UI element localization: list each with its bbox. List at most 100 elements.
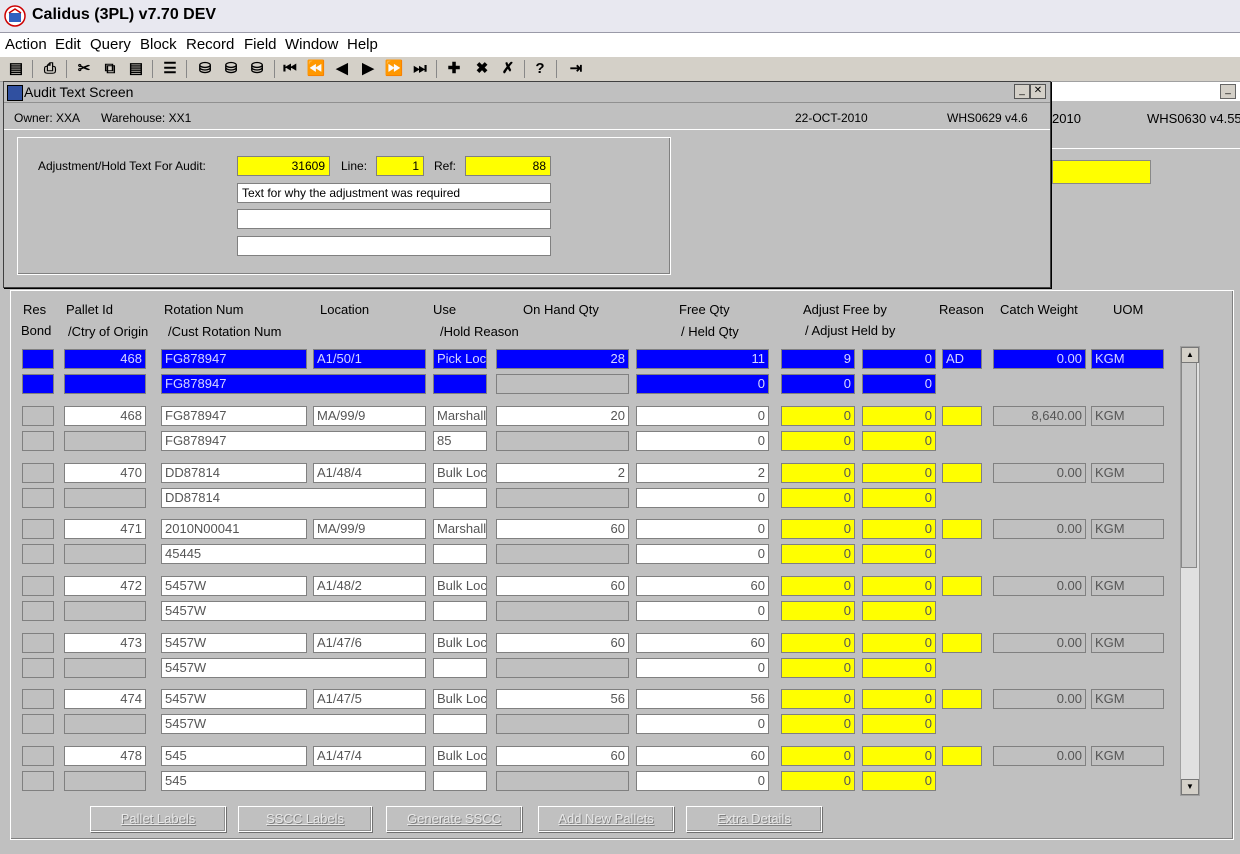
prev-record-icon[interactable]: ◀ xyxy=(332,59,352,79)
row-8-onhand-field[interactable]: 60 xyxy=(496,746,629,766)
row-3-ctry-field[interactable] xyxy=(64,488,146,508)
row-3-adjfree-field[interactable]: 0 xyxy=(781,463,855,483)
menu-record[interactable]: Record xyxy=(186,36,234,53)
row-8-bond-field[interactable] xyxy=(22,771,54,791)
first-record-icon[interactable]: ⏮ xyxy=(280,59,300,79)
list-icon[interactable]: ☰ xyxy=(160,59,180,79)
row-4-blank-field[interactable] xyxy=(496,544,629,564)
row-4-holdreason-field[interactable] xyxy=(433,544,487,564)
row-3-res-field[interactable] xyxy=(22,463,54,483)
row-5-onhand-field[interactable]: 60 xyxy=(496,576,629,596)
menu-edit[interactable]: Edit xyxy=(55,36,81,53)
row-1-use-field[interactable]: Pick Loc xyxy=(433,349,487,369)
row-6-custrot-field[interactable]: 5457W xyxy=(161,658,426,678)
minimize-icon[interactable]: _ xyxy=(1220,84,1236,99)
next-page-icon[interactable]: ⏩ xyxy=(384,59,404,79)
row-6-ctry-field[interactable] xyxy=(64,658,146,678)
row-7-adjheldx-field[interactable]: 0 xyxy=(862,714,936,734)
db2-icon[interactable]: ⛁ xyxy=(221,59,241,79)
row-1-adjheld-field[interactable]: 0 xyxy=(781,374,855,394)
row-2-held-field[interactable]: 0 xyxy=(636,431,769,451)
row-8-custrot-field[interactable]: 545 xyxy=(161,771,426,791)
row-7-blank-field[interactable] xyxy=(496,714,629,734)
row-1-custrot-field[interactable]: FG878947 xyxy=(161,374,426,394)
insert-record-icon[interactable]: ✚ xyxy=(444,59,464,79)
exit-icon[interactable]: ⇥ xyxy=(566,59,586,79)
row-5-use-field[interactable]: Bulk Loc xyxy=(433,576,487,596)
row-1-holdreason-field[interactable] xyxy=(433,374,487,394)
row-2-use-field[interactable]: Marshall xyxy=(433,406,487,426)
row-6-adjheld-field[interactable]: 0 xyxy=(781,658,855,678)
row-5-holdreason-field[interactable] xyxy=(433,601,487,621)
row-8-adjheld-field[interactable]: 0 xyxy=(781,771,855,791)
row-5-ctry-field[interactable] xyxy=(64,601,146,621)
row-5-adjextra-field[interactable]: 0 xyxy=(862,576,936,596)
row-4-adjfree-field[interactable]: 0 xyxy=(781,519,855,539)
row-4-free-field[interactable]: 0 xyxy=(636,519,769,539)
row-1-catch-field[interactable]: 0.00 xyxy=(993,349,1086,369)
row-6-onhand-field[interactable]: 60 xyxy=(496,633,629,653)
row-7-adjfree-field[interactable]: 0 xyxy=(781,689,855,709)
row-1-uom-field[interactable]: KGM xyxy=(1091,349,1164,369)
row-4-res-field[interactable] xyxy=(22,519,54,539)
row-3-onhand-field[interactable]: 2 xyxy=(496,463,629,483)
next-record-icon[interactable]: ▶ xyxy=(358,59,378,79)
minimize-icon[interactable]: _ xyxy=(1014,84,1030,99)
row-3-holdreason-field[interactable] xyxy=(433,488,487,508)
row-6-reason-field[interactable] xyxy=(942,633,982,653)
row-6-res-field[interactable] xyxy=(22,633,54,653)
pallet-labels-button[interactable]: Pallet Labels xyxy=(90,806,226,832)
row-6-location-field[interactable]: A1/47/6 xyxy=(313,633,426,653)
help-icon[interactable]: ? xyxy=(530,59,550,79)
row-7-catch-field[interactable]: 0.00 xyxy=(993,689,1086,709)
row-4-onhand-field[interactable]: 60 xyxy=(496,519,629,539)
audit-text-line-1[interactable]: Text for why the adjustment was required xyxy=(237,183,551,203)
row-8-ctry-field[interactable] xyxy=(64,771,146,791)
row-4-bond-field[interactable] xyxy=(22,544,54,564)
row-5-res-field[interactable] xyxy=(22,576,54,596)
audit-text-line-2[interactable] xyxy=(237,209,551,229)
row-8-free-field[interactable]: 60 xyxy=(636,746,769,766)
add-new-pallets-button[interactable]: Add New Pallets xyxy=(538,806,674,832)
print-icon[interactable]: ⎙ xyxy=(40,59,60,79)
row-7-custrot-field[interactable]: 5457W xyxy=(161,714,426,734)
line-field[interactable]: 1 xyxy=(376,156,424,176)
row-3-uom-field[interactable]: KGM xyxy=(1091,463,1164,483)
row-2-bond-field[interactable] xyxy=(22,431,54,451)
paste-icon[interactable]: ▤ xyxy=(126,59,146,79)
row-3-reason-field[interactable] xyxy=(942,463,982,483)
row-3-free-field[interactable]: 2 xyxy=(636,463,769,483)
menu-field[interactable]: Field xyxy=(244,36,277,53)
row-5-held-field[interactable]: 0 xyxy=(636,601,769,621)
menu-action[interactable]: Action xyxy=(5,36,47,53)
row-6-pallet-field[interactable]: 473 xyxy=(64,633,146,653)
menu-query[interactable]: Query xyxy=(90,36,131,53)
row-7-adjheld-field[interactable]: 0 xyxy=(781,714,855,734)
menu-window[interactable]: Window xyxy=(285,36,338,53)
row-3-held-field[interactable]: 0 xyxy=(636,488,769,508)
row-3-catch-field[interactable]: 0.00 xyxy=(993,463,1086,483)
row-8-holdreason-field[interactable] xyxy=(433,771,487,791)
row-5-custrot-field[interactable]: 5457W xyxy=(161,601,426,621)
row-2-adjheld-field[interactable]: 0 xyxy=(781,431,855,451)
row-6-free-field[interactable]: 60 xyxy=(636,633,769,653)
last-record-icon[interactable]: ⏭ xyxy=(410,59,430,79)
db1-icon[interactable]: ⛁ xyxy=(195,59,215,79)
row-2-free-field[interactable]: 0 xyxy=(636,406,769,426)
row-3-rotation-field[interactable]: DD87814 xyxy=(161,463,307,483)
row-1-free-field[interactable]: 11 xyxy=(636,349,769,369)
row-6-bond-field[interactable] xyxy=(22,658,54,678)
menu-block[interactable]: Block xyxy=(140,36,177,53)
row-3-use-field[interactable]: Bulk Loc xyxy=(433,463,487,483)
row-3-location-field[interactable]: A1/48/4 xyxy=(313,463,426,483)
row-7-reason-field[interactable] xyxy=(942,689,982,709)
scroll-down-icon[interactable]: ▼ xyxy=(1181,779,1199,795)
row-5-pallet-field[interactable]: 472 xyxy=(64,576,146,596)
clear-record-icon[interactable]: ✗ xyxy=(498,59,518,79)
row-8-uom-field[interactable]: KGM xyxy=(1091,746,1164,766)
row-7-bond-field[interactable] xyxy=(22,714,54,734)
row-5-adjheldx-field[interactable]: 0 xyxy=(862,601,936,621)
row-2-adjheldx-field[interactable]: 0 xyxy=(862,431,936,451)
row-1-held-field[interactable]: 0 xyxy=(636,374,769,394)
row-7-use-field[interactable]: Bulk Loc xyxy=(433,689,487,709)
